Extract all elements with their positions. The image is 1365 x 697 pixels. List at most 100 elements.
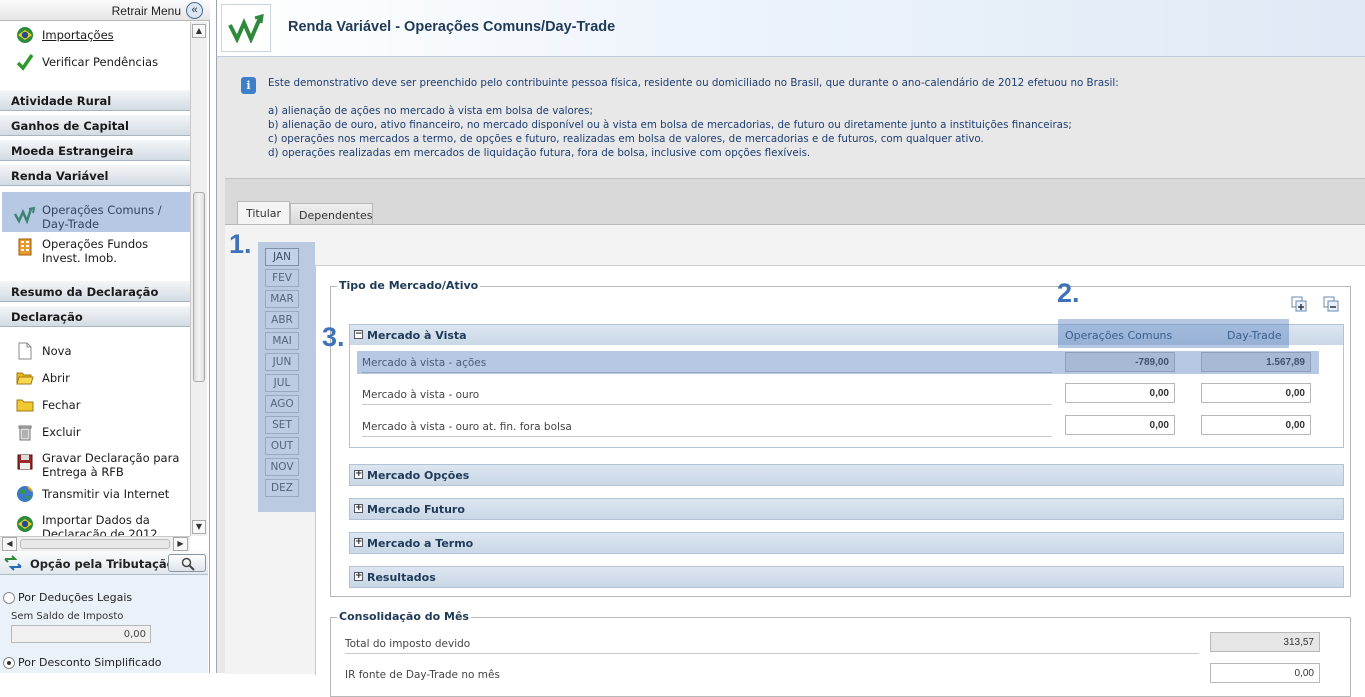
- app-logo: [221, 4, 271, 52]
- sidebar-item-label: Verificar Pendências: [42, 55, 159, 69]
- tab-body: JAN FEV MAR ABR MAI JUN JUL AGO SET OUT …: [225, 224, 1365, 697]
- sidebar-section-atividade-rural[interactable]: Atividade Rural: [0, 89, 190, 111]
- label-line1: Gravar Declaração para: [42, 451, 180, 465]
- total-imposto-label: Total do imposto devido: [345, 638, 471, 650]
- input-ouro-fora-daytrade[interactable]: 0,00: [1201, 415, 1311, 435]
- desconto-simplificado-label: Por Desconto Simplificado: [18, 656, 162, 669]
- tributacao-panel: Por Deduções Legais Sem Saldo de Imposto…: [0, 575, 208, 673]
- sidebar-item-label: Importações: [42, 28, 114, 42]
- info-intro: Este demonstrativo deve ser preenchido p…: [268, 77, 1119, 89]
- group-mercado-futuro[interactable]: + Mercado Futuro: [349, 498, 1344, 520]
- label-line2: Invest. Imob.: [42, 251, 117, 265]
- highlight-months: [258, 242, 315, 512]
- sem-saldo-field[interactable]: 0,00: [11, 625, 151, 643]
- fieldset-legend: Tipo de Mercado/Ativo: [337, 279, 481, 292]
- sidebar-item-gravar[interactable]: Gravar Declaração para Entrega à RFB: [0, 447, 190, 479]
- scroll-down-arrow-icon[interactable]: ▼: [192, 520, 206, 534]
- retrair-menu-label: Retrair Menu: [111, 4, 181, 18]
- scroll-right-arrow-icon[interactable]: ▶: [173, 537, 188, 551]
- row-divider: [362, 404, 1052, 405]
- expand-toggle-icon[interactable]: +: [354, 470, 363, 479]
- sidebar-item-label: Nova: [42, 344, 72, 358]
- sem-saldo-label: Sem Saldo de Imposto: [11, 611, 124, 622]
- total-imposto-field[interactable]: 313,57: [1210, 632, 1320, 652]
- sidebar-item-label: Abrir: [42, 371, 70, 385]
- sidebar-section-ganhos-capital[interactable]: Ganhos de Capital: [0, 114, 190, 136]
- highlight-row-acoes: [357, 351, 1319, 374]
- sidebar-section-renda-variavel[interactable]: Renda Variável: [0, 164, 190, 186]
- info-box: i Este demonstrativo deve ser preenchido…: [217, 58, 1365, 178]
- page-title: Renda Variável - Operações Comuns/Day-Tr…: [288, 19, 616, 35]
- radio-deducoes-legais[interactable]: [3, 592, 15, 604]
- label-line1: Operações Fundos: [42, 237, 149, 251]
- open-folder-icon: [16, 372, 34, 385]
- row-divider: [362, 436, 1052, 437]
- expand-toggle-icon[interactable]: +: [354, 572, 363, 581]
- label-line2: Declaração de 2012: [42, 527, 158, 536]
- sidebar-item-fechar[interactable]: Fechar: [0, 394, 190, 420]
- tab-dependentes[interactable]: Dependentes: [290, 203, 373, 224]
- group-label: Mercado à Vista: [367, 329, 467, 342]
- scroll-up-arrow-icon[interactable]: ▲: [192, 24, 206, 38]
- group-mercado-opcoes[interactable]: + Mercado Opções: [349, 464, 1344, 486]
- scroll-left-arrow-icon[interactable]: ◀: [2, 537, 17, 551]
- annotation-2: 2.: [1057, 278, 1080, 308]
- expand-toggle-icon[interactable]: +: [354, 504, 363, 513]
- group-label: Mercado Futuro: [367, 503, 465, 516]
- sidebar-item-importar-dados[interactable]: Importar Dados da Declaração de 2012: [0, 509, 190, 536]
- sidebar-item-operacoes-fundos[interactable]: Operações Fundos Invest. Imob.: [0, 233, 190, 265]
- ir-fonte-label: IR fonte de Day-Trade no mês: [345, 669, 500, 681]
- collapse-menu-icon[interactable]: «: [186, 2, 203, 19]
- sidebar-item-abrir[interactable]: Abrir: [0, 367, 190, 393]
- sidebar-item-transmitir[interactable]: Transmitir via Internet: [0, 483, 190, 509]
- fieldset-legend: Consolidação do Mês: [337, 610, 471, 623]
- sidebar-item-verificar-pendencias[interactable]: Verificar Pendências: [0, 51, 190, 77]
- search-button[interactable]: [168, 554, 206, 572]
- sidebar-item-label: Gravar Declaração para Entrega à RFB: [42, 451, 179, 479]
- highlight-columns: [1058, 319, 1289, 348]
- form-panel: Titular Dependentes JAN FEV MAR ABR MAI …: [225, 178, 1365, 697]
- info-item-d: d) operações realizadas em mercados de l…: [268, 147, 811, 159]
- content-area: Tipo de Mercado/Ativo − Mercado à Vista …: [315, 265, 1365, 697]
- info-item-b: b) alienação de ouro, ativo financeiro, …: [268, 119, 1072, 131]
- folder-icon: [16, 399, 34, 412]
- label-line2: Entrega à RFB: [42, 465, 124, 479]
- brazil-flag-icon: [17, 516, 33, 532]
- group-mercado-termo[interactable]: + Mercado a Termo: [349, 532, 1344, 554]
- sidebar-section-resumo[interactable]: Resumo da Declaração: [0, 280, 190, 302]
- scrollbar-thumb[interactable]: [20, 539, 170, 549]
- group-resultados[interactable]: + Resultados: [349, 566, 1344, 588]
- deducoes-legais-label: Por Deduções Legais: [18, 591, 133, 604]
- floppy-icon: [17, 454, 33, 470]
- opcao-tributacao-label: Opção pela Tributação:: [30, 557, 180, 571]
- info-item-c: c) operações nos mercados a termo, de op…: [268, 133, 984, 145]
- highlight-selected-item: [2, 192, 190, 232]
- expand-toggle-icon[interactable]: +: [354, 538, 363, 547]
- row-label-ouro-fora-bolsa: Mercado à vista - ouro at. fin. fora bol…: [362, 421, 572, 433]
- row-label-ouro: Mercado à vista - ouro: [362, 389, 480, 401]
- sidebar-vertical-scrollbar[interactable]: ▲ ▼: [190, 22, 207, 536]
- label-line1: Importar Dados da: [42, 513, 150, 527]
- input-ouro-daytrade[interactable]: 0,00: [1201, 383, 1311, 403]
- ir-fonte-field[interactable]: 0,00: [1210, 663, 1320, 683]
- sidebar-item-excluir[interactable]: Excluir: [0, 421, 190, 447]
- collapse-all-icon[interactable]: [1323, 296, 1341, 314]
- sidebar-item-label: Transmitir via Internet: [42, 487, 170, 501]
- sidebar-horizontal-scrollbar[interactable]: ◀ ▶: [0, 536, 190, 551]
- expand-all-icon[interactable]: [1291, 296, 1309, 314]
- tab-titular[interactable]: Titular: [237, 201, 290, 225]
- sidebar-item-nova[interactable]: Nova: [0, 340, 190, 366]
- sidebar-section-declaracao[interactable]: Declaração: [0, 305, 190, 327]
- main-area: Renda Variável - Operações Comuns/Day-Tr…: [216, 0, 1365, 697]
- retrair-menu-bar[interactable]: Retrair Menu «: [0, 0, 210, 21]
- input-ouro-fora-comuns[interactable]: 0,00: [1065, 415, 1175, 435]
- radio-desconto-simplificado[interactable]: [3, 657, 15, 669]
- sidebar-section-moeda-estrangeira[interactable]: Moeda Estrangeira: [0, 139, 190, 161]
- scrollbar-thumb[interactable]: [193, 192, 205, 382]
- row-divider: [345, 653, 1199, 654]
- input-ouro-comuns[interactable]: 0,00: [1065, 383, 1175, 403]
- sidebar-item-importacoes[interactable]: Importações: [0, 24, 190, 50]
- group-mercado-vista: − Mercado à Vista Operações Comuns Day-T…: [349, 319, 1344, 448]
- month-selector: JAN FEV MAR ABR MAI JUN JUL AGO SET OUT …: [258, 242, 315, 515]
- collapse-toggle-icon[interactable]: −: [354, 330, 363, 339]
